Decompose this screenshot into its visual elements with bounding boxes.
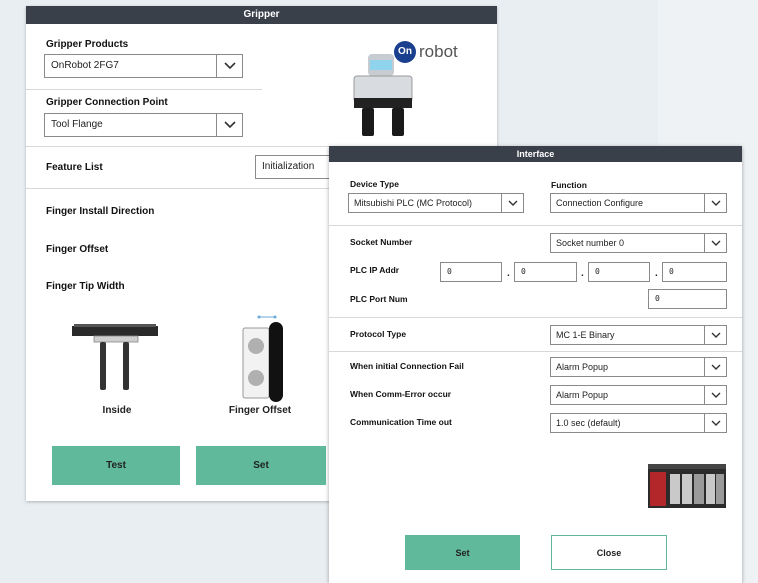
- chevron-down-icon[interactable]: [216, 114, 242, 136]
- comm-error-value: Alarm Popup: [556, 390, 609, 400]
- comm-error-label: When Comm-Error occur: [350, 389, 452, 399]
- socket-number-select[interactable]: Socket number 0: [550, 233, 727, 253]
- divider: [329, 317, 742, 318]
- finger-inside-caption: Inside: [102, 405, 132, 416]
- onrobot-logo-text: robot: [419, 42, 458, 61]
- feature-list-label: Feature List: [46, 162, 103, 173]
- ip-octet-2-input[interactable]: 0: [514, 262, 577, 282]
- gripper-set-button[interactable]: Set: [196, 446, 326, 485]
- ip-separator: .: [581, 268, 584, 279]
- chevron-down-icon[interactable]: [704, 414, 726, 432]
- chevron-down-icon[interactable]: [704, 194, 726, 212]
- plc-image: [648, 464, 728, 512]
- ip-octet-4-input[interactable]: 0: [662, 262, 727, 282]
- gripper-image: [348, 46, 418, 142]
- chevron-down-icon[interactable]: [704, 326, 726, 344]
- comm-error-select[interactable]: Alarm Popup: [550, 385, 727, 405]
- gripper-products-select[interactable]: OnRobot 2FG7: [44, 54, 243, 78]
- comm-timeout-select[interactable]: 1.0 sec (default): [550, 413, 727, 433]
- finger-offset-caption: Finger Offset: [228, 405, 292, 416]
- interface-window: Interface Device Type Mitsubishi PLC (MC…: [329, 146, 742, 583]
- function-value: Connection Configure: [556, 198, 644, 208]
- function-label: Function: [551, 180, 587, 190]
- gripper-products-value: OnRobot 2FG7: [51, 60, 119, 71]
- chevron-down-icon[interactable]: [704, 386, 726, 404]
- function-select[interactable]: Connection Configure: [550, 193, 727, 213]
- divider: [26, 89, 262, 90]
- finger-offset-illustration[interactable]: [239, 314, 299, 402]
- socket-number-label: Socket Number: [350, 237, 413, 247]
- device-type-select[interactable]: Mitsubishi PLC (MC Protocol): [348, 193, 524, 213]
- divider: [329, 351, 742, 352]
- plc-port-label: PLC Port Num: [350, 294, 408, 304]
- interface-set-button[interactable]: Set: [405, 535, 520, 570]
- chevron-down-icon[interactable]: [501, 194, 523, 212]
- initial-conn-fail-select[interactable]: Alarm Popup: [550, 357, 727, 377]
- gripper-connection-label: Gripper Connection Point: [46, 97, 168, 108]
- comm-timeout-label: Communication Time out: [350, 417, 452, 427]
- initial-conn-fail-value: Alarm Popup: [556, 362, 609, 372]
- test-button[interactable]: Test: [52, 446, 180, 485]
- divider: [26, 188, 329, 189]
- finger-install-direction-label: Finger Install Direction: [46, 206, 155, 217]
- comm-timeout-value: 1.0 sec (default): [556, 418, 621, 428]
- ip-octet-3-input[interactable]: 0: [588, 262, 650, 282]
- ip-octet-1-input[interactable]: 0: [440, 262, 502, 282]
- gripper-connection-value: Tool Flange: [51, 119, 103, 130]
- device-type-label: Device Type: [350, 179, 399, 189]
- socket-number-value: Socket number 0: [556, 238, 625, 248]
- chevron-down-icon[interactable]: [704, 358, 726, 376]
- plc-port-input[interactable]: 0: [648, 289, 727, 309]
- gripper-products-label: Gripper Products: [46, 39, 129, 50]
- gripper-connection-select[interactable]: Tool Flange: [44, 113, 243, 137]
- ip-separator: .: [655, 268, 658, 279]
- protocol-type-select[interactable]: MC 1-E Binary: [550, 325, 727, 345]
- finger-inside-illustration[interactable]: [72, 324, 160, 394]
- ip-separator: .: [507, 268, 510, 279]
- device-type-value: Mitsubishi PLC (MC Protocol): [354, 198, 473, 208]
- finger-offset-label: Finger Offset: [46, 244, 109, 255]
- finger-tip-width-label: Finger Tip Width: [46, 281, 125, 292]
- interface-window-title: Interface: [329, 146, 742, 162]
- divider: [329, 225, 742, 226]
- close-button[interactable]: Close: [551, 535, 667, 570]
- protocol-type-value: MC 1-E Binary: [556, 330, 615, 340]
- protocol-type-label: Protocol Type: [350, 329, 407, 339]
- chevron-down-icon[interactable]: [216, 55, 242, 77]
- chevron-down-icon[interactable]: [704, 234, 726, 252]
- plc-ip-label: PLC IP Addr: [350, 265, 400, 275]
- initial-conn-fail-label: When initial Connection Fail: [350, 361, 464, 371]
- gripper-window-title: Gripper: [26, 6, 497, 24]
- feature-list-value: Initialization: [262, 161, 315, 172]
